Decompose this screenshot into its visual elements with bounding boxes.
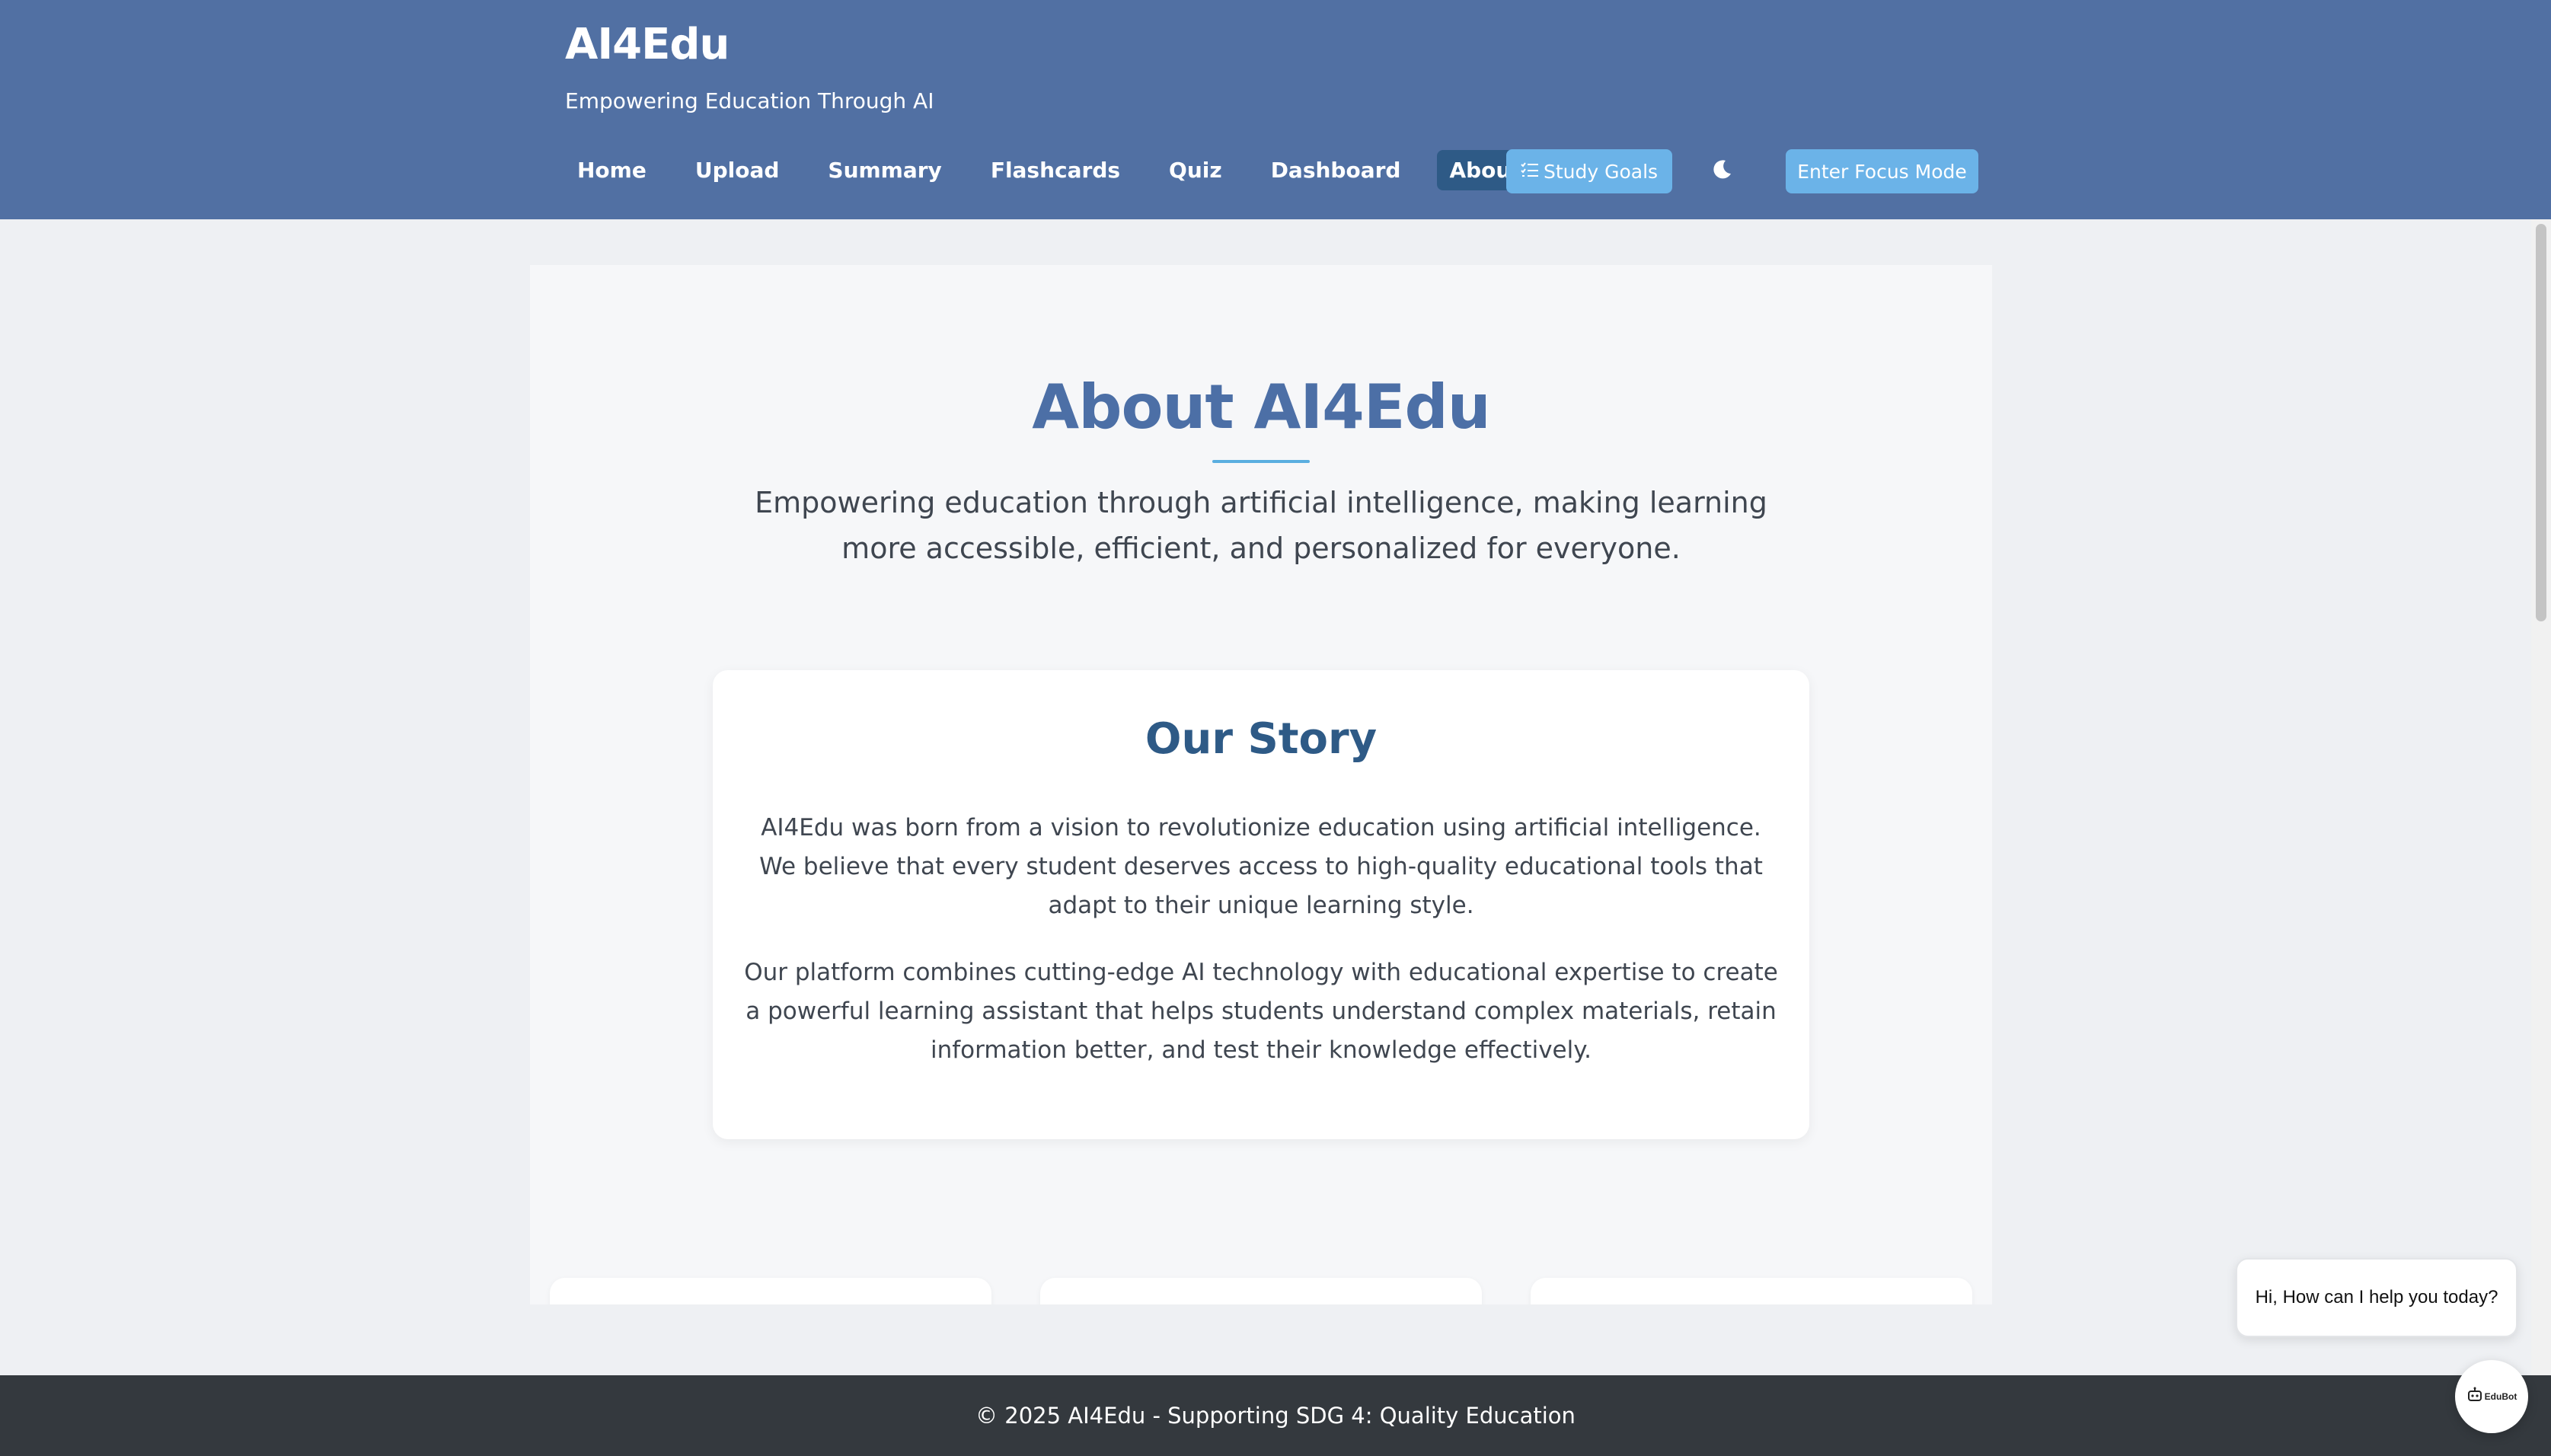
chat-greeting-bubble: Hi, How can I help you today? bbox=[2236, 1258, 2517, 1337]
scrollbar[interactable] bbox=[2531, 219, 2551, 1375]
nav-quiz[interactable]: Quiz bbox=[1157, 150, 1234, 190]
feature-card bbox=[1531, 1278, 1972, 1304]
scrollbar-thumb[interactable] bbox=[2536, 224, 2546, 621]
story-card: Our Story AI4Edu was born from a vision … bbox=[713, 670, 1809, 1139]
brand-logo[interactable]: AI4Edu bbox=[565, 20, 730, 69]
story-title: Our Story bbox=[1145, 714, 1378, 764]
nav-dashboard[interactable]: Dashboard bbox=[1259, 150, 1413, 190]
story-paragraph: Our platform combines cutting-edge AI te… bbox=[744, 959, 1778, 1064]
theme-toggle-button[interactable] bbox=[1709, 157, 1736, 184]
study-goals-button[interactable]: Study Goals bbox=[1506, 149, 1672, 193]
site-header: AI4Edu Empowering Education Through AI H… bbox=[0, 0, 2551, 219]
site-footer: © 2025 AI4Edu - Supporting SDG 4: Qualit… bbox=[0, 1375, 2551, 1456]
focus-mode-button[interactable]: Enter Focus Mode bbox=[1786, 149, 1978, 193]
page-title: About AI4Edu bbox=[1032, 372, 1490, 442]
feature-card bbox=[550, 1278, 991, 1304]
chatbot-button[interactable]: EduBot bbox=[2455, 1360, 2528, 1433]
brand-tagline: Empowering Education Through AI bbox=[565, 88, 934, 113]
study-goals-label: Study Goals bbox=[1543, 160, 1659, 183]
main-nav: Home Upload Summary Flashcards Quiz Dash… bbox=[565, 149, 1558, 190]
footer-text: © 2025 AI4Edu - Supporting SDG 4: Qualit… bbox=[975, 1403, 1576, 1429]
nav-upload[interactable]: Upload bbox=[683, 150, 792, 190]
robot-icon bbox=[2466, 1387, 2483, 1407]
nav-flashcards[interactable]: Flashcards bbox=[979, 150, 1132, 190]
story-paragraph: AI4Edu was born from a vision to revolut… bbox=[759, 814, 1763, 919]
main-content: About AI4Edu Empowering education throug… bbox=[530, 265, 1992, 1304]
chat-greeting-text: Hi, How can I help you today? bbox=[2255, 1287, 2498, 1308]
page-subtitle: Empowering education through artificial … bbox=[755, 486, 1767, 565]
nav-summary[interactable]: Summary bbox=[816, 150, 953, 190]
nav-home[interactable]: Home bbox=[565, 150, 659, 190]
title-underline bbox=[1212, 460, 1310, 463]
feature-card bbox=[1040, 1278, 1482, 1304]
chatbot-label: EduBot bbox=[2484, 1391, 2517, 1402]
list-checks-icon bbox=[1521, 161, 1539, 183]
moon-icon bbox=[1712, 158, 1733, 183]
